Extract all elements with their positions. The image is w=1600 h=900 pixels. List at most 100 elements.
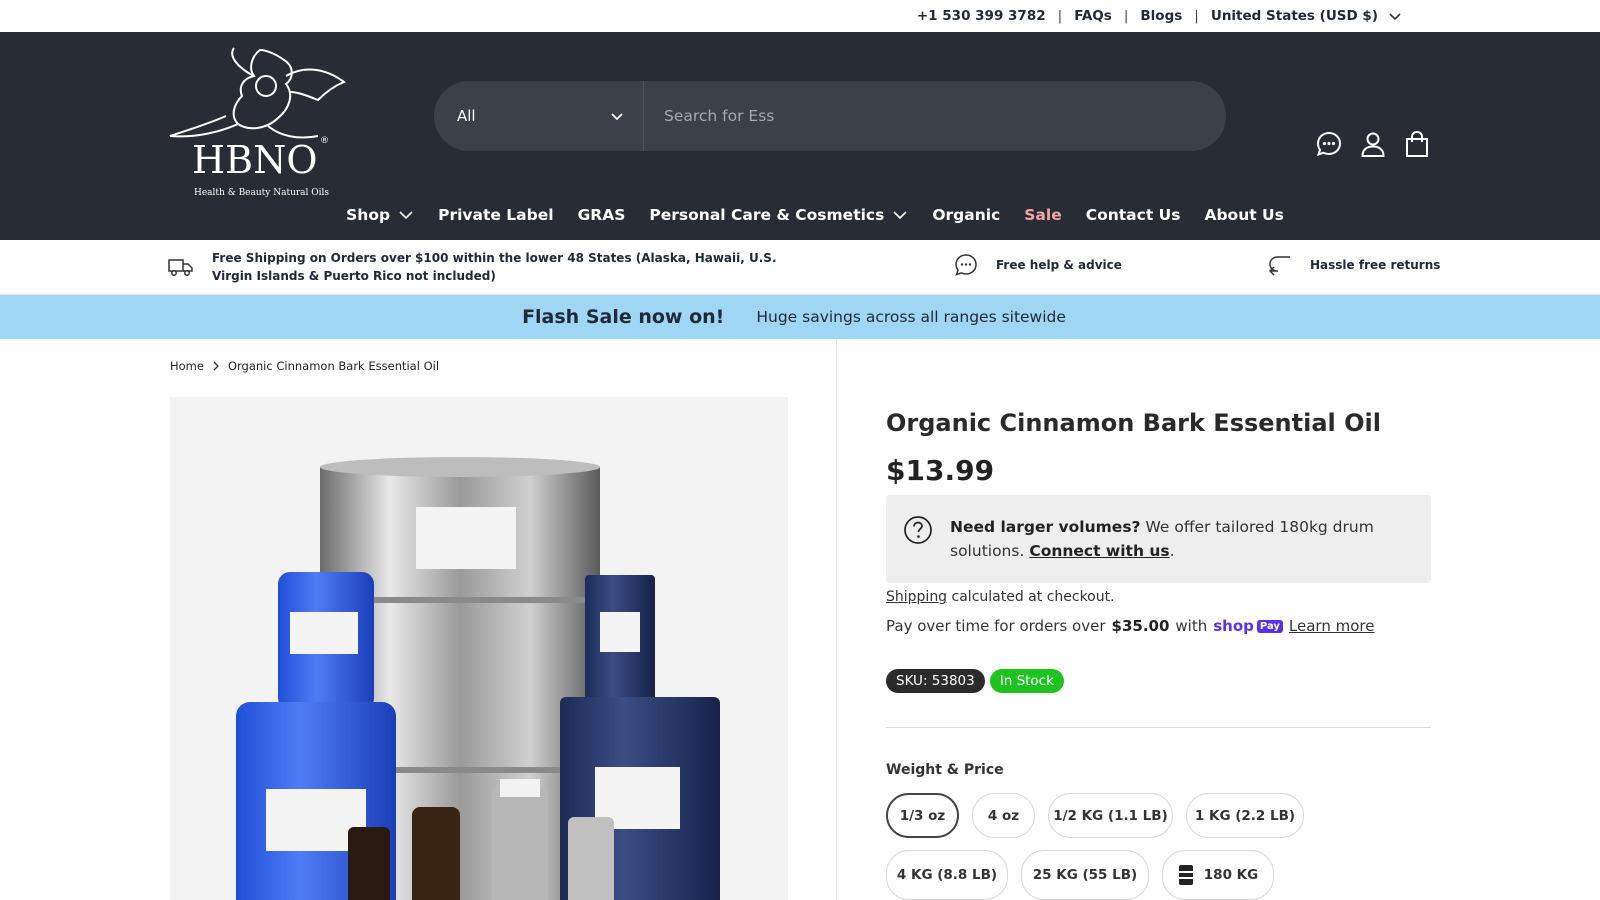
benefit-returns: Hassle free returns bbox=[1268, 253, 1440, 277]
product-title: Organic Cinnamon Bark Essential Oil bbox=[886, 409, 1381, 437]
separator: | bbox=[1194, 8, 1199, 24]
product-section: Home Organic Cinnamon Bark Essential Oil bbox=[0, 339, 1600, 900]
search-category-select[interactable]: All bbox=[434, 81, 644, 151]
chevron-down-icon bbox=[611, 113, 623, 121]
nav-item-shop[interactable]: Shop bbox=[346, 206, 414, 224]
breadcrumb-current: Organic Cinnamon Bark Essential Oil bbox=[227, 359, 440, 373]
installments-note: Pay over time for orders over $35.00 wit… bbox=[886, 617, 1374, 635]
benefit-returns-text: Hassle free returns bbox=[1310, 258, 1441, 272]
registered-mark: ® bbox=[320, 136, 329, 146]
site-header: HBNO ® Health & Beauty Natural Oils All … bbox=[0, 32, 1600, 240]
question-circle-icon bbox=[904, 516, 932, 544]
bag-icon[interactable] bbox=[1402, 129, 1432, 159]
shipping-link[interactable]: Shipping bbox=[886, 589, 947, 605]
main-navigation: Shop Private Label GRAS Personal Care & … bbox=[0, 206, 1600, 224]
weight-option-half-kg[interactable]: 1/2 KG (1.1 LB) bbox=[1048, 793, 1173, 838]
drum-icon bbox=[1178, 865, 1193, 885]
shipping-text: calculated at checkout. bbox=[947, 589, 1115, 605]
faqs-link[interactable]: FAQs bbox=[1074, 8, 1112, 24]
product-image[interactable] bbox=[170, 397, 788, 900]
benefits-strip: Free Shipping on Orders over $100 within… bbox=[0, 240, 1600, 295]
breadcrumb-home[interactable]: Home bbox=[170, 359, 204, 373]
hbno-logo[interactable]: HBNO ® Health & Beauty Natural Oils bbox=[168, 46, 350, 216]
flash-sale-subtext: Huge savings across all ranges sitewide bbox=[756, 308, 1066, 326]
chevron-right-icon bbox=[213, 361, 219, 371]
product-badges: SKU: 53803 In Stock bbox=[886, 669, 1064, 693]
connect-with-us-link[interactable]: Connect with us bbox=[1029, 542, 1169, 560]
nav-item-gras[interactable]: GRAS bbox=[578, 206, 626, 224]
chevron-down-icon bbox=[1389, 13, 1401, 21]
pay-with: with bbox=[1175, 617, 1208, 635]
weight-option-25-kg[interactable]: 25 KG (55 LB) bbox=[1021, 850, 1149, 900]
utility-links: +1 530 399 3782 | FAQs | Blogs | United … bbox=[917, 0, 1402, 32]
benefit-help-text: Free help & advice bbox=[996, 258, 1122, 272]
sku-badge: SKU: 53803 bbox=[886, 669, 985, 693]
separator: | bbox=[1057, 8, 1063, 24]
bulk-notice-text: Need larger volumes? We offer tailored 1… bbox=[950, 515, 1390, 563]
option-label: 180 KG bbox=[1203, 867, 1259, 883]
nav-item-private-label[interactable]: Private Label bbox=[438, 206, 553, 224]
logo-wordmark: HBNO bbox=[192, 138, 318, 182]
divider bbox=[886, 727, 1431, 728]
utility-bar: +1 530 399 3782 | FAQs | Blogs | United … bbox=[0, 0, 1600, 32]
chat-icon bbox=[955, 254, 977, 276]
nav-item-label: Personal Care & Cosmetics bbox=[649, 206, 885, 224]
search-category-value: All bbox=[457, 107, 476, 125]
flash-sale-headline: Flash Sale now on! bbox=[522, 306, 725, 328]
search-bar: All bbox=[434, 81, 1226, 151]
weight-option-4-oz[interactable]: 4 oz bbox=[972, 793, 1035, 838]
nav-item-organic[interactable]: Organic bbox=[932, 206, 1000, 224]
nav-item-about[interactable]: About Us bbox=[1204, 206, 1283, 224]
weight-option-4-kg[interactable]: 4 KG (8.8 LB) bbox=[886, 850, 1008, 900]
separator: | bbox=[1123, 8, 1129, 24]
blogs-link[interactable]: Blogs bbox=[1140, 8, 1182, 24]
option-label: 4 KG (8.8 LB) bbox=[896, 867, 998, 883]
chevron-down-icon bbox=[893, 211, 907, 220]
benefit-shipping: Free Shipping on Orders over $100 within… bbox=[168, 249, 788, 285]
account-icon[interactable] bbox=[1358, 129, 1388, 159]
shipping-note: Shipping calculated at checkout. bbox=[886, 589, 1115, 605]
nav-item-label: Shop bbox=[346, 206, 391, 224]
phone-link[interactable]: +1 530 399 3782 bbox=[917, 8, 1046, 24]
shop-pay-logo: shop Pay bbox=[1213, 617, 1283, 635]
header-icons bbox=[1314, 129, 1432, 159]
stock-status-badge: In Stock bbox=[989, 669, 1064, 693]
benefit-help: Free help & advice bbox=[954, 253, 1122, 277]
benefit-shipping-text: Free Shipping on Orders over $100 within… bbox=[212, 251, 777, 283]
option-label: 1/3 oz bbox=[899, 807, 946, 824]
learn-more-link[interactable]: Learn more bbox=[1289, 617, 1375, 635]
breadcrumb: Home Organic Cinnamon Bark Essential Oil bbox=[170, 359, 439, 373]
search-input[interactable] bbox=[664, 107, 1226, 125]
weight-option-1-3-oz[interactable]: 1/3 oz bbox=[886, 793, 959, 838]
logo-tagline: Health & Beauty Natural Oils bbox=[194, 188, 330, 198]
weight-option-1-kg[interactable]: 1 KG (2.2 LB) bbox=[1186, 793, 1304, 838]
bulk-notice-end: . bbox=[1169, 542, 1175, 560]
search-field-wrap bbox=[644, 81, 1226, 151]
chevron-down-icon bbox=[399, 211, 413, 220]
truck-icon bbox=[168, 259, 193, 276]
product-containers-image bbox=[236, 457, 720, 900]
shop-pay-brand: shop bbox=[1213, 617, 1254, 635]
pay-amount: $35.00 bbox=[1111, 617, 1170, 635]
option-label: 1/2 KG (1.1 LB) bbox=[1053, 807, 1168, 824]
option-label: 4 oz bbox=[987, 807, 1020, 824]
nav-item-personal-care[interactable]: Personal Care & Cosmetics bbox=[649, 206, 908, 224]
bulk-volume-notice: Need larger volumes? We offer tailored 1… bbox=[886, 495, 1431, 583]
weight-option-180-kg[interactable]: 180 KG bbox=[1162, 850, 1274, 900]
flash-sale-banner[interactable]: Flash Sale now on! Huge savings across a… bbox=[0, 295, 1600, 339]
nav-item-sale[interactable]: Sale bbox=[1024, 206, 1061, 224]
option-label: 1 KG (2.2 LB) bbox=[1194, 807, 1296, 824]
option-label: 25 KG (55 LB) bbox=[1032, 867, 1138, 883]
pay-prefix: Pay over time for orders over bbox=[886, 617, 1106, 635]
nav-item-contact[interactable]: Contact Us bbox=[1086, 206, 1181, 224]
bulk-notice-bold: Need larger volumes? bbox=[950, 518, 1141, 536]
currency-selector[interactable]: United States (USD $) bbox=[1211, 8, 1402, 24]
weight-price-label: Weight & Price bbox=[886, 762, 1004, 778]
shop-pay-box: Pay bbox=[1256, 619, 1283, 633]
column-divider bbox=[836, 339, 837, 900]
product-price: $13.99 bbox=[886, 454, 995, 487]
cherub-icon bbox=[169, 47, 347, 139]
return-arrow-icon bbox=[1268, 256, 1291, 276]
currency-label: United States (USD $) bbox=[1210, 8, 1378, 24]
chat-icon[interactable] bbox=[1314, 129, 1344, 159]
